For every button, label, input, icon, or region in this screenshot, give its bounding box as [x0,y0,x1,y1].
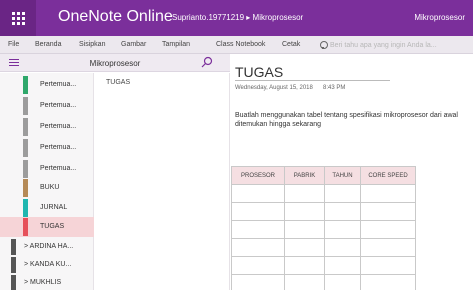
section-group[interactable]: > ARDINA HA... [0,238,94,256]
breadcrumb[interactable]: Suprianto.19771219 ▸ Mikroprosesor [172,13,303,22]
section-color-tab [23,76,28,94]
section-item[interactable]: Pertemua... [0,138,94,158]
title-divider [235,80,390,81]
table-cell[interactable] [231,274,285,290]
section-label: Pertemua... [40,144,77,151]
tell-me-placeholder: Beri tahu apa yang ingin Anda la... [330,41,437,49]
table-cell[interactable] [231,184,285,203]
tab-cetak[interactable]: Cetak [282,41,300,48]
page-body-text[interactable]: Buatlah menggunakan tabel tentang spesif… [235,111,467,129]
notebook-name[interactable]: Mikroprosesor [0,59,230,68]
table-cell[interactable] [324,238,361,257]
table-cell[interactable] [324,274,361,290]
table-row [231,220,416,239]
table-row [231,274,416,290]
section-group-color-tab [11,257,16,273]
section-group-label: > ARDINA HA... [24,243,74,250]
table-cell[interactable] [284,202,325,221]
section-label: Pertemua... [40,165,77,172]
table-header-row: PROSESOR PABRIK TAHUN CORE SPEED [231,166,416,185]
tab-beranda[interactable]: Beranda [35,41,61,48]
table-row [231,256,416,275]
section-item[interactable]: JURNAL [0,198,94,218]
table-header-cell[interactable]: CORE SPEED [360,166,416,185]
section-color-tab [23,199,28,217]
section-label: Pertemua... [40,123,77,130]
table-cell[interactable] [231,220,285,239]
tab-tampilan[interactable]: Tampilan [162,41,190,48]
section-item-active[interactable]: TUGAS [0,217,94,237]
table-cell[interactable] [324,184,361,203]
tab-class-notebook[interactable]: Class Notebook [216,41,265,48]
lightbulb-icon [320,41,328,49]
title-bar: OneNote Online Suprianto.19771219 ▸ Mikr… [0,0,473,36]
section-color-tab [23,160,28,178]
spec-table[interactable]: PROSESOR PABRIK TAHUN CORE SPEED [231,166,416,290]
table-header-cell[interactable]: PROSESOR [231,166,285,185]
tell-me-search[interactable]: Beri tahu apa yang ingin Anda la... [320,39,437,51]
table-cell[interactable] [284,184,325,203]
table-cell[interactable] [324,202,361,221]
table-cell[interactable] [231,238,285,257]
section-group-label: > MUKHLIS [24,279,62,286]
table-header-cell[interactable]: PABRIK [284,166,325,185]
section-color-tab [23,97,28,115]
section-color-tab [23,139,28,157]
table-cell[interactable] [360,184,416,203]
table-cell[interactable] [231,256,285,275]
notebook-title: Mikroprosesor [414,13,465,22]
table-header-cell[interactable]: TAHUN [324,166,361,185]
section-label: JURNAL [40,204,68,211]
section-group[interactable]: > MUKHLIS [0,274,94,290]
page-canvas[interactable]: TUGAS Wednesday, August 15, 2018 8:43 PM… [231,54,473,290]
section-color-tab [23,179,28,197]
table-cell[interactable] [284,256,325,275]
table-cell[interactable] [360,220,416,239]
search-icon[interactable] [201,56,213,68]
section-item[interactable]: Pertemua... [0,75,94,95]
table-cell[interactable] [360,238,416,257]
section-group-color-tab [11,239,16,255]
tab-sisipkan[interactable]: Sisipkan [79,41,105,48]
section-group-color-tab [11,275,16,290]
section-group[interactable]: > KANDA KU... [0,256,94,274]
table-cell[interactable] [324,220,361,239]
page-item[interactable]: TUGAS [95,73,230,91]
page-list: TUGAS [95,73,230,290]
app-launcher-button[interactable] [0,0,36,36]
tab-file[interactable]: File [8,41,19,48]
section-item[interactable]: Pertemua... [0,96,94,116]
section-item[interactable]: Pertemua... [0,117,94,137]
page-time: 8:43 PM [323,85,346,91]
ribbon-tabs: File Beranda Sisipkan Gambar Tampilan Cl… [0,36,473,54]
table-row [231,238,416,257]
section-label: Pertemua... [40,81,77,88]
section-item[interactable]: BUKU [0,178,94,198]
table-cell[interactable] [324,256,361,275]
navigation-header: Mikroprosesor [0,54,230,72]
section-label: TUGAS [40,223,65,230]
section-item[interactable]: Pertemua... [0,159,94,179]
page-title[interactable]: TUGAS [235,64,283,80]
table-cell[interactable] [360,202,416,221]
table-row [231,202,416,221]
table-cell[interactable] [231,202,285,221]
table-cell[interactable] [360,256,416,275]
page-label: TUGAS [106,79,131,86]
table-cell[interactable] [284,220,325,239]
section-color-tab [23,218,28,236]
tab-gambar[interactable]: Gambar [121,41,146,48]
waffle-icon [11,11,25,25]
section-color-tab [23,118,28,136]
table-cell[interactable] [360,274,416,290]
page-date: Wednesday, August 15, 2018 [235,85,313,91]
table-cell[interactable] [284,238,325,257]
app-name[interactable]: OneNote Online [58,8,173,26]
section-group-label: > KANDA KU... [24,261,72,268]
section-label: Pertemua... [40,102,77,109]
table-cell[interactable] [284,274,325,290]
table-row [231,184,416,203]
section-label: BUKU [40,184,60,191]
section-list: Pertemua... Pertemua... Pertemua... Pert… [0,73,94,290]
